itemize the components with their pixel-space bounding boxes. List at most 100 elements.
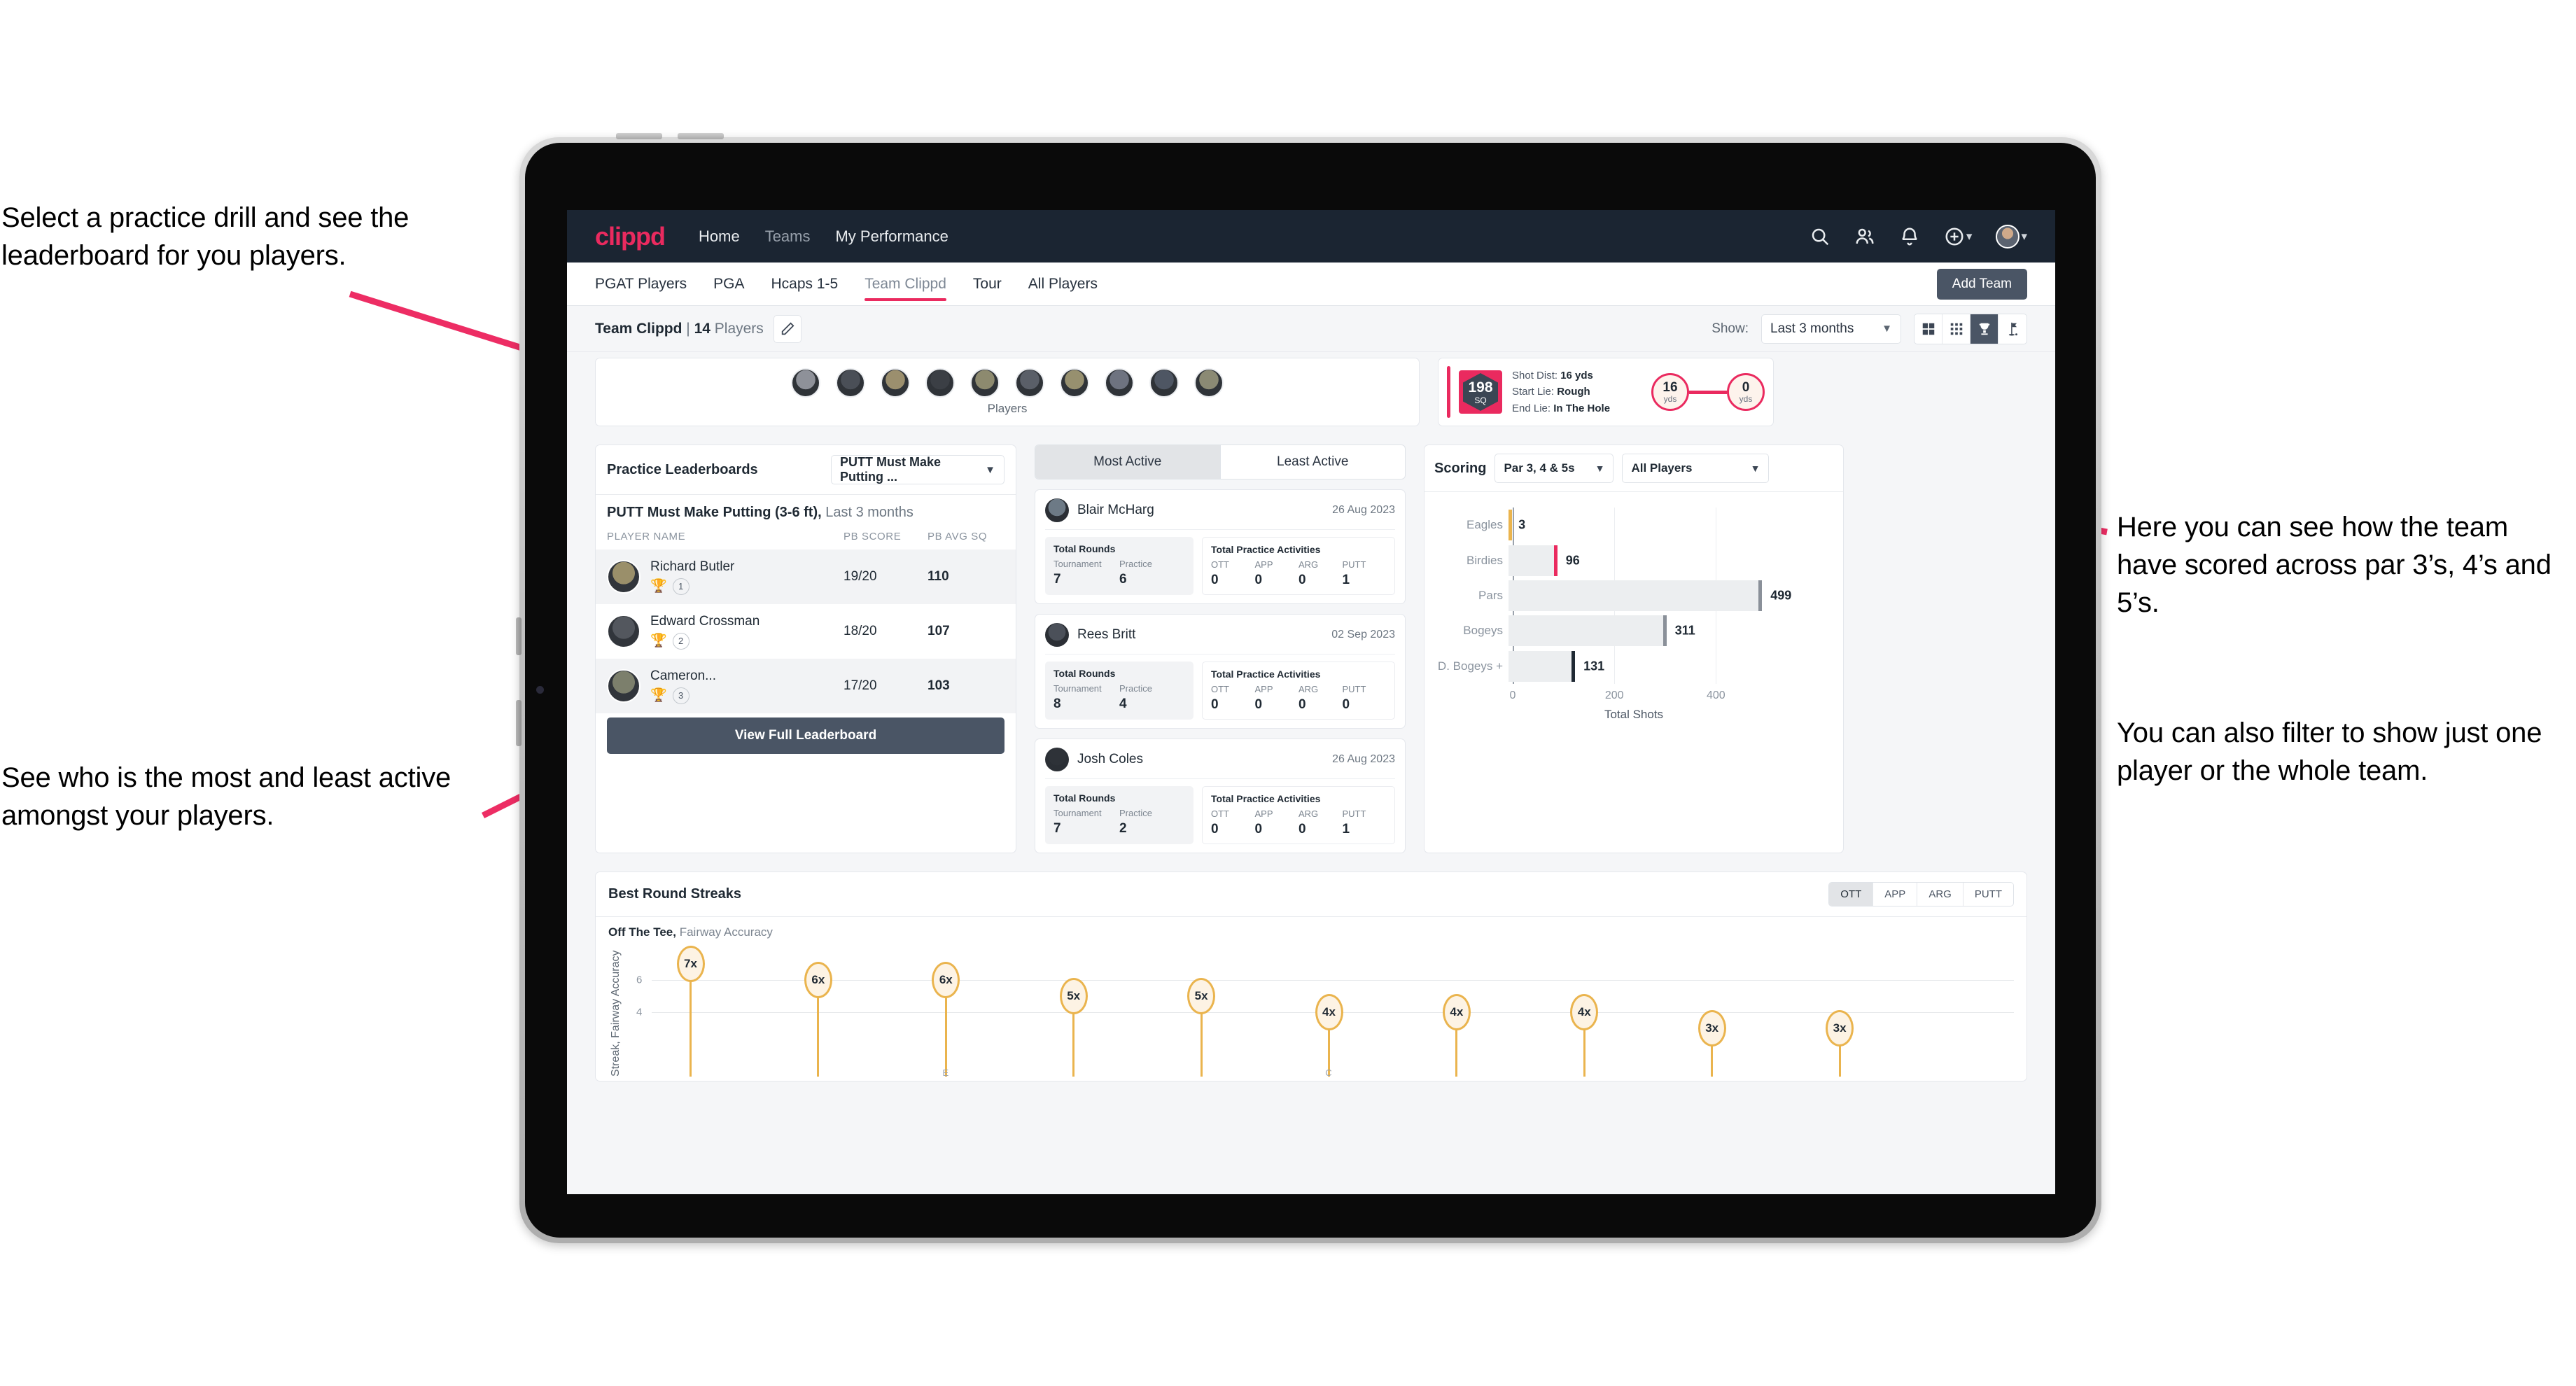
start-distance-value: 16 — [1662, 379, 1678, 395]
app-stat: APP 0 — [1255, 684, 1299, 713]
people-icon[interactable] — [1854, 226, 1875, 247]
middle-row: Practice Leaderboards PUTT Must Make Put… — [595, 444, 2027, 853]
avatar[interactable] — [836, 368, 865, 398]
dense-grid-view-icon[interactable] — [1942, 314, 1970, 344]
scoring-bar-chart: 0 200 400 Eagles 3 Birdies 96 Pars 499 Bogeys 311 D… — [1434, 499, 1833, 721]
practice-value: 6 — [1119, 572, 1127, 587]
activity-date: 26 Aug 2023 — [1332, 753, 1395, 765]
end-distance-unit: yds — [1739, 393, 1753, 404]
table-row[interactable]: Cameron... 🏆 3 17/20 103 — [596, 659, 1016, 713]
avatar — [607, 560, 640, 594]
list-item[interactable]: Blair McHarg 26 Aug 2023 Total Rounds To… — [1035, 489, 1406, 604]
tab-pgat-players[interactable]: PGAT Players — [595, 262, 687, 305]
arg-value: 0 — [1298, 822, 1306, 836]
ott-stat: OTT 0 — [1211, 684, 1255, 713]
lollipop-marker[interactable]: 4x — [1315, 994, 1343, 1030]
avatar[interactable] — [1149, 368, 1179, 398]
lollipop-marker[interactable]: 4x — [1442, 994, 1471, 1030]
app-header: clippd Home Teams My Performance ▾ ▾ — [567, 210, 2055, 262]
player-filter-select[interactable]: All Players ▼ — [1622, 454, 1770, 483]
plus-chevron-down-icon[interactable]: ▾ — [1966, 230, 1973, 244]
shot-quality-badge: 198 SQ — [1459, 370, 1502, 414]
shot-accent-bar — [1447, 366, 1450, 418]
search-icon[interactable] — [1809, 226, 1830, 247]
avatar[interactable] — [1194, 368, 1224, 398]
drill-subtitle-light: Last 3 months — [821, 505, 913, 520]
user-chevron-down-icon[interactable]: ▾ — [2021, 230, 2027, 244]
arg-label: ARG — [1298, 684, 1319, 694]
lollipop-marker[interactable]: 7x — [676, 946, 705, 982]
lollipop-marker[interactable]: 5x — [1059, 978, 1088, 1014]
avatar[interactable] — [925, 368, 955, 398]
tournament-stat: Tournament 8 — [1054, 683, 1119, 712]
rank-number: 2 — [672, 632, 690, 650]
plus-circle-icon[interactable] — [1944, 226, 1965, 247]
tab-all-players[interactable]: All Players — [1028, 262, 1098, 305]
end-distance-value: 0 — [1742, 379, 1750, 395]
practice-leaderboard-header: Practice Leaderboards PUTT Must Make Put… — [596, 445, 1016, 494]
x-tick-label: 0 — [1509, 690, 1516, 701]
bell-icon[interactable] — [1899, 226, 1920, 247]
avatar[interactable] — [791, 368, 820, 398]
tournament-stat: Tournament 7 — [1054, 808, 1119, 836]
avatar[interactable] — [970, 368, 1000, 398]
x-tick-label: 200 — [1604, 690, 1624, 701]
tab-least-active[interactable]: Least Active — [1219, 445, 1406, 479]
lollipop-marker[interactable]: 4x — [1570, 994, 1599, 1030]
show-range-select[interactable]: Last 3 months ▼ — [1761, 314, 1901, 344]
add-team-button[interactable]: Add Team — [1936, 269, 2027, 300]
streaks-tab-putt[interactable]: PUTT — [1963, 883, 2013, 906]
avatar[interactable] — [881, 368, 910, 398]
lollipop-marker[interactable]: 3x — [1698, 1010, 1726, 1046]
flag-view-icon[interactable] — [1998, 314, 2026, 344]
pb-avg-sq-value: 110 — [927, 569, 949, 584]
top-row: Players 198 SQ Shot Dist: 16 yds Start L… — [595, 352, 2027, 426]
nav-home[interactable]: Home — [699, 227, 740, 246]
table-row[interactable]: Richard Butler 🏆 1 19/20 110 — [596, 550, 1016, 604]
streaks-tab-arg[interactable]: ARG — [1917, 883, 1963, 906]
activity-date: 02 Sep 2023 — [1331, 629, 1395, 640]
y-tick-label: 4 — [636, 1006, 643, 1018]
bar-category-label: D. Bogeys + — [1437, 659, 1503, 673]
tab-hcaps-1-5[interactable]: Hcaps 1-5 — [771, 262, 838, 305]
activity-header: Josh Coles 26 Aug 2023 — [1045, 748, 1395, 778]
lollipop-marker[interactable]: 5x — [1187, 978, 1216, 1014]
nav-teams[interactable]: Teams — [765, 227, 811, 246]
avatar[interactable] — [1015, 368, 1044, 398]
tab-tour[interactable]: Tour — [973, 262, 1002, 305]
ott-value: 0 — [1211, 573, 1219, 587]
shot-detail-lines: Shot Dist: 16 yds Start Lie: Rough End L… — [1512, 368, 1610, 416]
avatar[interactable] — [1060, 368, 1089, 398]
tab-pga[interactable]: PGA — [713, 262, 744, 305]
tab-team-clippd[interactable]: Team Clippd — [864, 262, 946, 305]
nav-my-performance[interactable]: My Performance — [835, 227, 948, 246]
lollipop-marker[interactable]: 6x — [804, 962, 832, 998]
drill-select[interactable]: PUTT Must Make Putting ... ▼ — [831, 455, 1004, 484]
x-tick-label: C — [1325, 1068, 1332, 1078]
trophy-view-icon[interactable] — [1970, 314, 1998, 344]
user-avatar[interactable] — [1996, 224, 2020, 248]
lollipop-marker[interactable]: 6x — [932, 962, 960, 998]
list-item[interactable]: Josh Coles 26 Aug 2023 Total Rounds Tour… — [1035, 738, 1406, 853]
total-rounds-title: Total Rounds — [1054, 668, 1116, 679]
shot-dist-label: Shot Dist: — [1512, 370, 1558, 382]
bar-row: D. Bogeys + 131 — [1434, 650, 1833, 682]
rounds-columns: Tournament 7 Practice 6 — [1054, 559, 1185, 587]
table-row[interactable]: Edward Crossman 🏆 2 18/20 107 — [596, 604, 1016, 659]
clippd-logo[interactable]: clippd — [595, 222, 666, 251]
lollipop-stem: 6x — [804, 962, 832, 1077]
callout-team-scoring: Here you can see how the team have score… — [2117, 512, 2552, 618]
lollipop-stem: 5x — [1059, 978, 1088, 1077]
ott-stat: OTT 0 — [1211, 808, 1255, 837]
avatar[interactable] — [1105, 368, 1134, 398]
end-lie-value: In The Hole — [1553, 402, 1611, 414]
par-filter-select[interactable]: Par 3, 4 & 5s ▼ — [1494, 454, 1614, 483]
streaks-tab-ott[interactable]: OTT — [1829, 883, 1874, 906]
streaks-tab-app[interactable]: APP — [1873, 883, 1918, 906]
grid-view-icon[interactable] — [1914, 314, 1942, 344]
edit-team-button[interactable] — [773, 314, 802, 343]
tab-most-active[interactable]: Most Active — [1035, 445, 1220, 479]
lollipop-marker[interactable]: 3x — [1826, 1010, 1854, 1046]
view-full-leaderboard-button[interactable]: View Full Leaderboard — [607, 718, 1004, 754]
list-item[interactable]: Rees Britt 02 Sep 2023 Total Rounds Tour… — [1035, 614, 1406, 729]
